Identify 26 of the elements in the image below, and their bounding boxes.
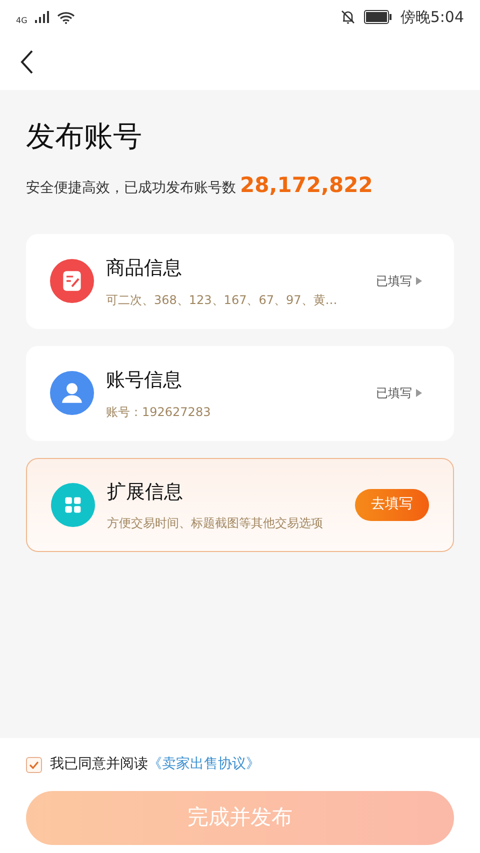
agreement-checkbox[interactable] xyxy=(26,756,42,772)
wifi-icon xyxy=(57,10,76,24)
status-link[interactable]: 已填写 xyxy=(376,384,412,402)
clock-time: 傍晚5:04 xyxy=(400,6,464,28)
card-title: 扩展信息 xyxy=(107,480,184,504)
card-title: 账号信息 xyxy=(106,368,183,393)
card-title: 商品信息 xyxy=(106,256,183,281)
info-card[interactable]: 账号信息 账号：192627283 已填写 xyxy=(26,346,454,441)
bell-off-icon xyxy=(340,9,356,25)
status-link[interactable]: 已填写 xyxy=(376,272,412,290)
back-icon[interactable] xyxy=(20,50,34,74)
agreement-text: 我已同意并阅读 xyxy=(50,755,148,774)
caret-icon xyxy=(416,277,422,286)
signal-icon xyxy=(35,11,50,23)
subtitle: 安全便捷高效，已成功发布账号数 xyxy=(26,179,236,198)
check-icon xyxy=(29,760,39,768)
publish-count: 28,172,822 xyxy=(240,172,373,200)
page-title: 发布账号 xyxy=(26,118,143,154)
card-detail: 账号：192627283 xyxy=(106,404,212,420)
battery-icon xyxy=(364,10,392,24)
card-detail: 方便交易时间、标题截图等其他交易选项 xyxy=(107,515,324,532)
caret-icon xyxy=(416,389,422,398)
info-card[interactable]: 商品信息 可二次、368、123、167、67、97、黄… 已填写 xyxy=(26,234,454,329)
network-label: 4G xyxy=(16,17,28,25)
info-card[interactable]: 扩展信息 方便交易时间、标题截图等其他交易选项 去填写 xyxy=(26,458,454,552)
card-detail: 可二次、368、123、167、67、97、黄… xyxy=(106,292,338,308)
